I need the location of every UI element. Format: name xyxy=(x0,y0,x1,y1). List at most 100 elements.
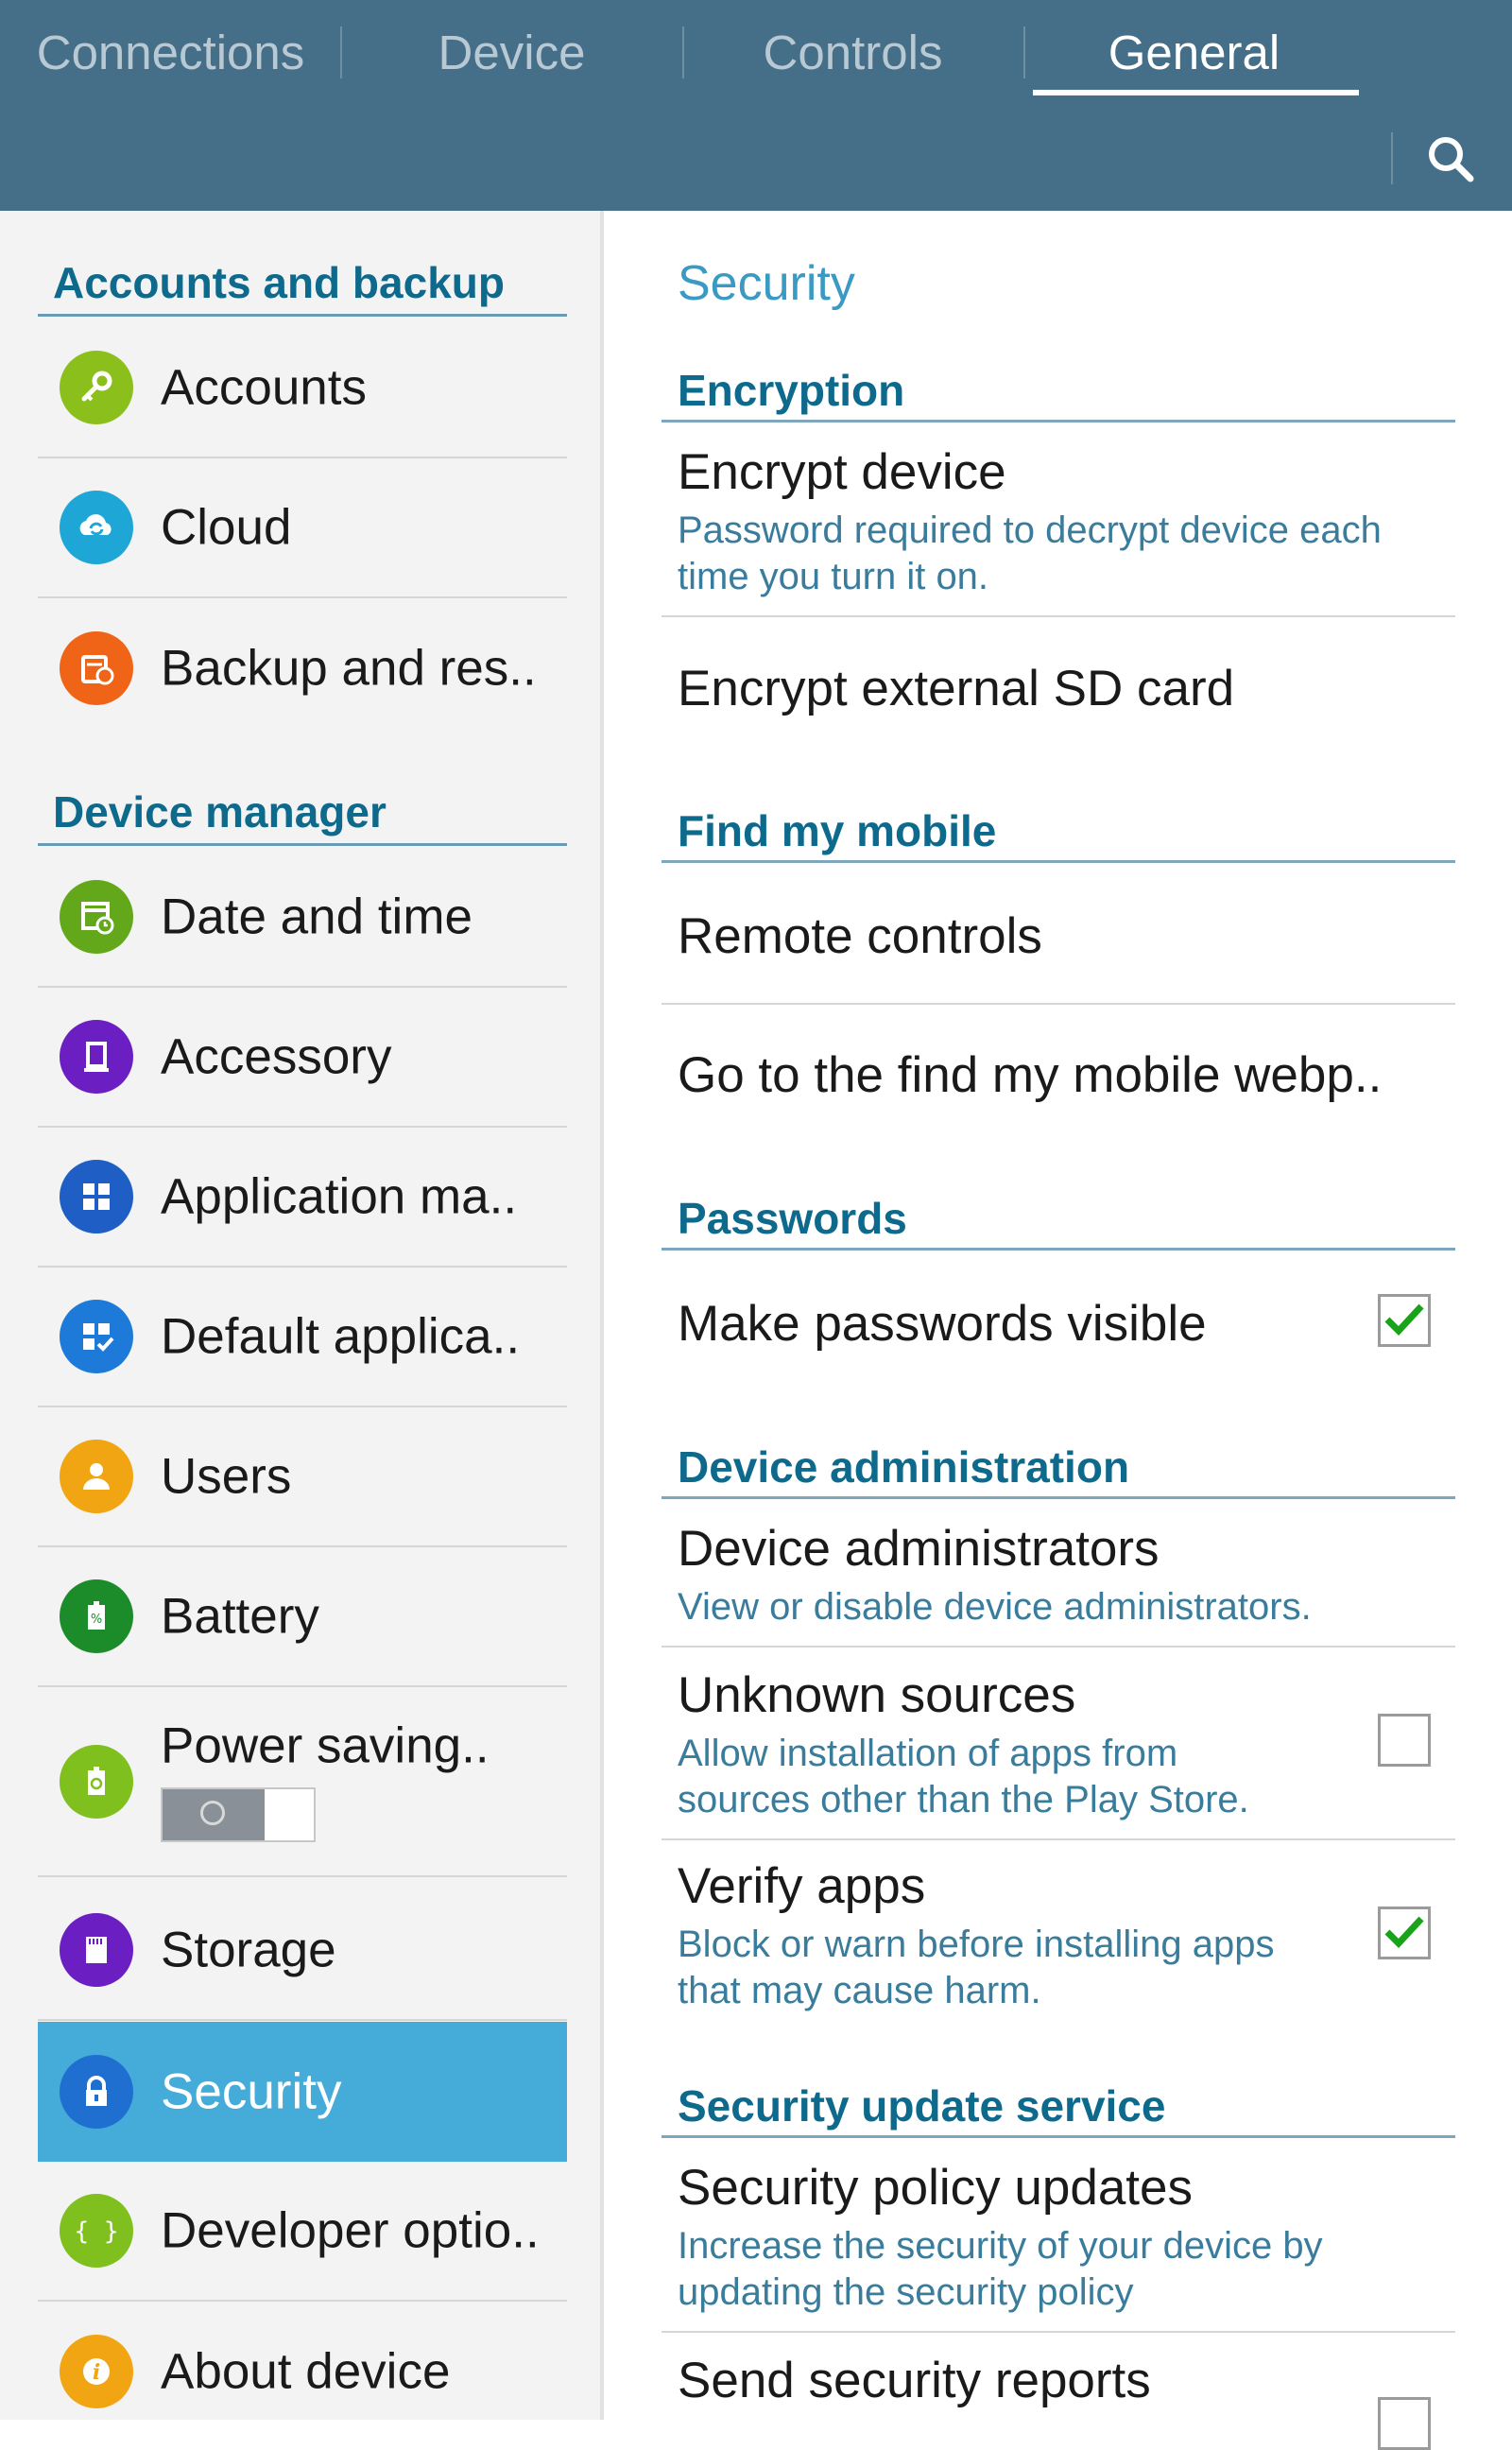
sidebar-section-label: Device manager xyxy=(53,787,387,837)
section-header-device-administration: Device administration xyxy=(662,1433,1455,1499)
sidebar-item-label: Storage xyxy=(161,1922,336,1978)
sidebar-item-cloud[interactable]: Cloud xyxy=(38,458,567,598)
svg-text:{ }: { } xyxy=(75,2217,119,2246)
section-label: Device administration xyxy=(678,1442,1130,1492)
tab-general[interactable]: General xyxy=(1023,0,1365,104)
setting-title: Encrypt device xyxy=(678,444,1006,500)
setting-security-policy-updates[interactable]: Security policy updates Increase the sec… xyxy=(662,2140,1455,2333)
setting-title: Unknown sources xyxy=(678,1667,1076,1723)
section-header-security-update-service: Security update service xyxy=(662,2072,1455,2138)
backup-icon xyxy=(60,631,133,705)
apps-grid-icon xyxy=(60,1160,133,1234)
section-header-find-my-mobile: Find my mobile xyxy=(662,797,1455,863)
key-icon xyxy=(60,351,133,424)
sidebar-section-device-manager: Device manager xyxy=(38,774,567,846)
sidebar-item-storage[interactable]: Storage xyxy=(38,1881,567,2021)
verify-apps-checkbox[interactable] xyxy=(1378,1907,1431,1959)
power-saving-toggle[interactable] xyxy=(161,1787,316,1842)
tab-bar: Connections Device Controls General xyxy=(0,0,1512,104)
tab-device[interactable]: Device xyxy=(341,0,682,104)
sidebar-item-label: About device xyxy=(161,2343,451,2400)
setting-title: Verify apps xyxy=(678,1858,926,1914)
sidebar-item-accounts[interactable]: Accounts xyxy=(38,319,567,458)
sidebar-item-date-time[interactable]: Date and time xyxy=(38,848,567,988)
section-label: Find my mobile xyxy=(678,806,997,855)
sidebar-item-backup-reset[interactable]: Backup and res.. xyxy=(38,598,567,738)
setting-description: View or disable device administrators. xyxy=(678,1586,1312,1628)
power-saving-icon xyxy=(60,1744,133,1819)
setting-title: Send security reports xyxy=(678,2353,1151,2408)
search-icon xyxy=(1429,137,1474,182)
calendar-clock-icon xyxy=(60,880,133,954)
sidebar-item-application-manager[interactable]: Application ma.. xyxy=(38,1128,567,1268)
setting-title: Device administrators xyxy=(678,1521,1160,1577)
sidebar-item-label: Battery xyxy=(161,1588,319,1645)
svg-text:%: % xyxy=(91,1613,102,1627)
sidebar-item-label: Power saving.. xyxy=(161,1717,490,1774)
sidebar-item-power-saving[interactable]: Power saving.. xyxy=(38,1687,567,1877)
sidebar-item-label: Default applica.. xyxy=(161,1308,521,1365)
search-button[interactable] xyxy=(1418,126,1486,194)
battery-icon: % xyxy=(60,1579,133,1653)
setting-title: Remote controls xyxy=(678,908,1042,964)
setting-description: Increase the security of your device by … xyxy=(678,2225,1323,2313)
storage-icon xyxy=(60,1913,133,1987)
unknown-sources-checkbox[interactable] xyxy=(1378,1714,1431,1767)
active-tab-indicator xyxy=(1033,90,1359,95)
toggle-knob xyxy=(163,1789,265,1840)
sidebar-item-label: Security xyxy=(161,2063,342,2120)
setting-description: Allow installation of apps from sources … xyxy=(678,1733,1249,1820)
setting-find-my-mobile-webpage[interactable]: Go to the find my mobile webp.. xyxy=(662,1005,1455,1145)
setting-verify-apps[interactable]: Verify apps Block or warn before install… xyxy=(662,1840,1455,2029)
sidebar-item-developer-options[interactable]: { } Developer optio.. xyxy=(38,2162,567,2302)
section-label: Passwords xyxy=(678,1194,907,1243)
toolbar-separator xyxy=(1391,132,1393,184)
checkmark-icon xyxy=(1384,1303,1424,1337)
setting-title: Make passwords visible xyxy=(678,1296,1207,1352)
send-reports-checkbox[interactable] xyxy=(1378,2397,1431,2450)
passwords-visible-checkbox[interactable] xyxy=(1378,1294,1431,1347)
setting-title: Go to the find my mobile webp.. xyxy=(678,1047,1383,1103)
info-icon: i xyxy=(60,2335,133,2408)
sidebar-item-label: Backup and res.. xyxy=(161,640,537,697)
sidebar-item-label: Cloud xyxy=(161,499,292,556)
tab-controls[interactable]: Controls xyxy=(682,0,1023,104)
setting-title: Security policy updates xyxy=(678,2160,1194,2216)
sidebar-section-accounts-backup: Accounts and backup xyxy=(38,245,567,317)
top-bar: Connections Device Controls General xyxy=(0,0,1512,211)
accessory-icon xyxy=(60,1020,133,1094)
sidebar-item-label: Application ma.. xyxy=(161,1168,518,1225)
tab-connections[interactable]: Connections xyxy=(0,0,341,104)
checkmark-icon xyxy=(1384,1916,1424,1949)
sidebar-item-about-device[interactable]: i About device xyxy=(38,2302,567,2441)
section-header-passwords: Passwords xyxy=(662,1184,1455,1251)
sidebar-item-label: Users xyxy=(161,1448,292,1505)
setting-description: Block or warn before installing apps tha… xyxy=(678,1924,1275,2011)
developer-icon: { } xyxy=(60,2194,133,2268)
sidebar-section-label: Accounts and backup xyxy=(53,258,505,307)
sidebar-item-users[interactable]: Users xyxy=(38,1407,567,1547)
page-title: Security xyxy=(678,256,855,311)
setting-remote-controls[interactable]: Remote controls xyxy=(662,865,1455,1005)
sidebar-item-label: Date and time xyxy=(161,889,472,945)
setting-make-passwords-visible[interactable]: Make passwords visible xyxy=(662,1252,1455,1394)
svg-text:i: i xyxy=(93,2360,100,2385)
sidebar-item-label: Accounts xyxy=(161,359,368,416)
setting-description: Password required to decrypt device each… xyxy=(678,509,1382,597)
sidebar-item-battery[interactable]: % Battery xyxy=(38,1547,567,1687)
sidebar-item-default-applications[interactable]: Default applica.. xyxy=(38,1268,567,1407)
section-header-encryption: Encryption xyxy=(662,356,1455,423)
setting-device-administrators[interactable]: Device administrators View or disable de… xyxy=(662,1501,1455,1648)
sidebar-item-accessory[interactable]: Accessory xyxy=(38,988,567,1128)
default-apps-icon xyxy=(60,1300,133,1373)
section-label: Encryption xyxy=(678,366,905,415)
sidebar-item-security[interactable]: Security xyxy=(38,2022,567,2162)
setting-send-security-reports[interactable]: Send security reports xyxy=(662,2333,1455,2450)
sidebar-item-label: Accessory xyxy=(161,1028,392,1085)
setting-encrypt-sd-card[interactable]: Encrypt external SD card xyxy=(662,617,1455,759)
setting-encrypt-device[interactable]: Encrypt device Password required to decr… xyxy=(662,424,1455,617)
sidebar-item-label: Developer optio.. xyxy=(161,2202,540,2259)
setting-title: Encrypt external SD card xyxy=(678,661,1235,716)
setting-unknown-sources[interactable]: Unknown sources Allow installation of ap… xyxy=(662,1648,1455,1840)
lock-icon xyxy=(60,2055,133,2129)
